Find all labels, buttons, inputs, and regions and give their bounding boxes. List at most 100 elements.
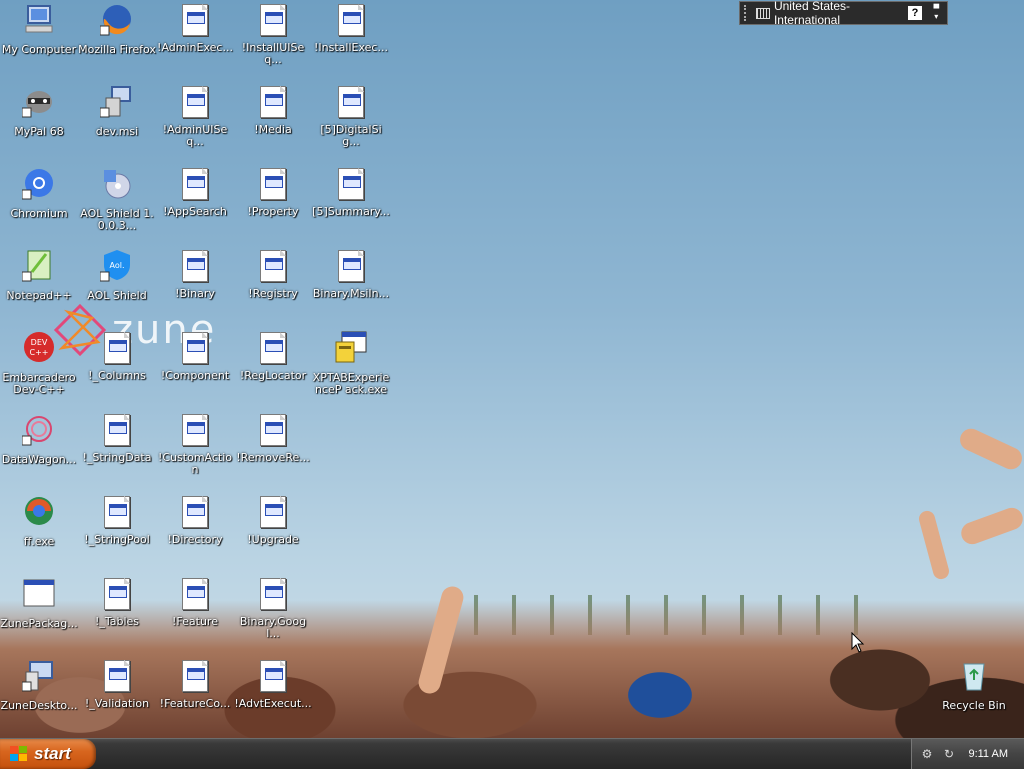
desktop-icon-zunedeskto[interactable]: ZuneDeskto... [0,658,78,712]
desktop-icon-customaction[interactable]: !CustomAction [156,412,234,476]
icon-label: !AppSearch [163,205,227,218]
document-icon [338,250,364,282]
system-tray: ⚙ ↻ 9:11 AM [911,739,1024,769]
document-icon [338,86,364,118]
desktop-icon-stringpool[interactable]: !_StringPool [78,494,156,546]
document-icon [182,250,208,282]
desktop-icon-advtexecut[interactable]: !AdvtExecut... [234,658,312,710]
desktop-icon-appsearch[interactable]: !AppSearch [156,166,234,218]
desktop-icon-dev-msi[interactable]: dev.msi [78,84,156,138]
desktop-icon-zunepackag[interactable]: ZunePackag... [0,576,78,630]
icon-label: !InstallUISeq... [241,41,305,66]
icon-label: [5]DigitalSig... [320,123,382,148]
icon-label: !Binary [175,287,215,300]
document-icon [260,660,286,692]
desktop-icon-xptab[interactable]: XPTABExperienceP ack.exe [312,330,390,396]
document-icon [338,4,364,36]
icon-label: ZunePackag... [0,617,78,630]
start-label: start [34,744,71,763]
document-icon [260,168,286,200]
desktop-icon-directory[interactable]: !Directory [156,494,234,546]
icon-label: !_Validation [84,697,150,710]
icon-label: !RegLocator [239,369,307,382]
taskbar: start ⚙ ↻ 9:11 AM [0,738,1024,769]
icon-label: !_Columns [88,369,146,382]
desktop-icon-installexec[interactable]: !InstallExec... [312,2,390,54]
desktop-icon-mypal[interactable]: MyPal 68 [0,84,78,138]
installer-package-icon [99,86,131,118]
icon-label: !_StringData [82,451,152,464]
network-icon[interactable]: ⚙ [920,747,934,761]
start-button[interactable]: start [0,739,96,769]
document-icon [104,496,130,528]
desktop-icon-reglocator[interactable]: !RegLocator [234,330,312,382]
icon-label: My Computer [1,43,77,56]
desktop-icon-adminexec[interactable]: !AdminExec... [156,2,234,54]
desktop-icon-registry[interactable]: !Registry [234,248,312,300]
update-icon[interactable]: ↻ [942,747,956,761]
desktop-icon-my-computer[interactable]: My Computer [0,2,78,56]
icon-label: !_Tables [94,615,140,628]
desktop-icon-ff-exe[interactable]: ff.exe [0,494,78,548]
icon-label: ff.exe [23,535,55,548]
desktop-icon-media[interactable]: !Media [234,84,312,136]
document-icon [104,660,130,692]
desktop-icon-binary-msiin[interactable]: Binary.MsiIn... [312,248,390,300]
document-icon [182,86,208,118]
desktop-icon-tables[interactable]: !_Tables [78,576,156,628]
clock[interactable]: 9:11 AM [968,748,1008,760]
desktop-icon-chromium[interactable]: Chromium [0,166,78,220]
desktop-icon-upgrade[interactable]: !Upgrade [234,494,312,546]
language-bar[interactable]: United States-International ? ▀ ▾ [739,0,948,27]
document-icon [182,578,208,610]
desktop-icon-property[interactable]: !Property [234,166,312,218]
desktop-icon-datawagon[interactable]: DataWagon... [0,412,78,466]
desktop-icon-feature[interactable]: !Feature [156,576,234,628]
desktop-icon-summary[interactable]: [5]Summary... [312,166,390,218]
notepad-plus-plus-icon [21,250,51,282]
document-icon [182,168,208,200]
icon-label: !Feature [172,615,218,628]
svg-text:C++: C++ [30,348,49,357]
desktop-icon-binary-googl[interactable]: Binary.Googl... [234,576,312,640]
wallpaper-hand [958,504,1024,548]
desktop-icon-installuiseq[interactable]: !InstallUISeq... [234,2,312,66]
desktop-icon-columns[interactable]: !_Columns [78,330,156,382]
wallpaper-hand [956,425,1024,473]
desktop-icon-featureco[interactable]: !FeatureCo... [156,658,234,710]
drag-grip-icon[interactable] [744,5,752,21]
input-language-label[interactable]: United States-International [774,0,908,27]
document-icon [338,168,364,200]
application-window-icon [23,579,55,607]
desktop-icon-digitalsig[interactable]: [5]DigitalSig... [312,84,390,148]
ff-exe-icon [25,497,53,525]
icon-label: Embarcadero Dev-C++ [2,371,76,396]
document-icon [104,578,130,610]
icon-label: !AdvtExecut... [234,697,312,710]
desktop-icon-stringdata[interactable]: !_StringData [78,412,156,464]
icon-label: [5]Summary... [312,205,390,218]
desktop-icon-removere[interactable]: !RemoveRe... [234,412,312,464]
desktop-icon-mozilla-firefox[interactable]: Mozilla Firefox [78,2,156,56]
icon-label: !Component [160,369,230,382]
desktop-icon-validation[interactable]: !_Validation [78,658,156,710]
desktop-icon-notepadpp[interactable]: Notepad++ [0,248,78,302]
language-bar-options-icon[interactable]: ▀ ▾ [932,5,941,21]
desktop-icon-aol-shield[interactable]: Aol. AOL Shield [78,248,156,302]
icon-label: !AdminUISeq... [162,123,228,148]
document-icon [260,250,286,282]
dev-cpp-icon: DEV C++ [24,332,54,362]
mouse-cursor-icon [851,632,865,653]
help-icon[interactable]: ? [908,6,922,20]
icon-label: !RemoveRe... [236,451,310,464]
icon-label: AOL Shield [87,289,147,302]
icon-label: MyPal 68 [14,125,64,138]
icon-label: ZuneDeskto... [0,699,78,712]
desktop-icon-recycle-bin[interactable]: Recycle Bin [935,658,1013,712]
icon-label: Notepad++ [6,289,72,302]
desktop-icon-dev-cpp[interactable]: DEV C++ Embarcadero Dev-C++ [0,330,78,396]
desktop-icon-adminuiseq[interactable]: !AdminUISeq... [156,84,234,148]
desktop-icon-binary[interactable]: !Binary [156,248,234,300]
desktop-icon-aol-shield-installer[interactable]: AOL Shield 1.0.0.3... [78,166,156,232]
desktop-icon-component[interactable]: !Component [156,330,234,382]
